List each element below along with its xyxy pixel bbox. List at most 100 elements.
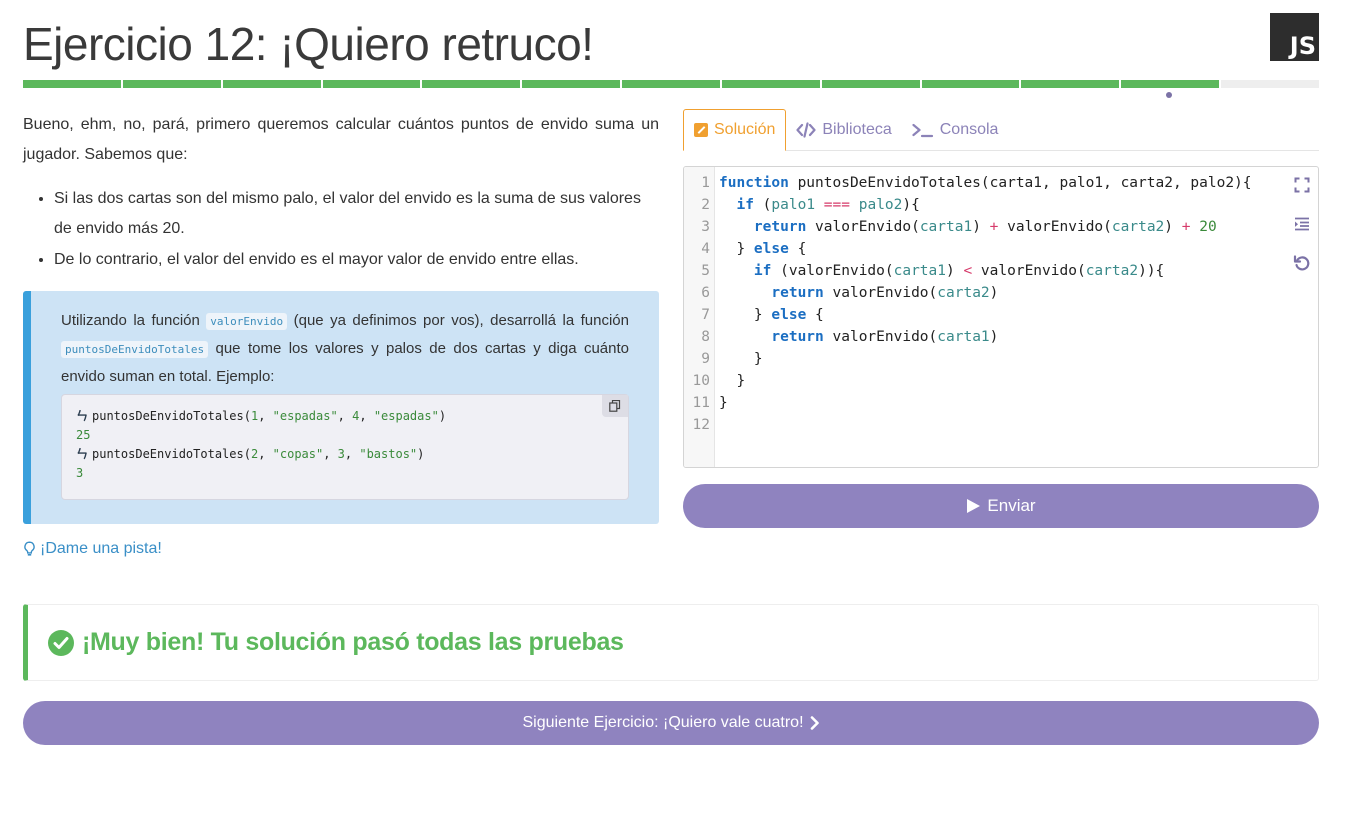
prompt-icon: ㄣ <box>76 409 89 423</box>
copy-button[interactable] <box>602 395 628 417</box>
example-call-2: ㄣ puntosDeEnvidoTotales(2, "copas", 3, "b… <box>76 445 614 464</box>
line-number: 12 <box>692 417 710 433</box>
progress-segment-2[interactable] <box>122 80 221 88</box>
progress-segment-13[interactable] <box>1221 80 1319 88</box>
check-circle-icon <box>48 629 74 656</box>
example-arg: "espadas" <box>373 409 439 423</box>
terminal-icon <box>912 123 933 138</box>
prompt-icon: ㄣ <box>76 447 89 461</box>
code-line: function puntosDeEnvidoTotales(carta1, p… <box>719 175 1252 191</box>
code-line: if (valorEnvido(carta1) < valorEnvido(ca… <box>753 263 1165 279</box>
line-number: 4 <box>701 241 710 257</box>
inline-code-puntosdeenvidototales: puntosDeEnvidoTotales <box>61 341 209 358</box>
progress-segment-10[interactable] <box>921 80 1020 88</box>
line-number: 9 <box>701 351 710 367</box>
tab-label: Biblioteca <box>822 121 892 138</box>
code-line: } <box>719 373 746 389</box>
play-icon <box>967 499 981 513</box>
hint-label: ¡Dame una pista! <box>40 540 162 557</box>
page-title: Ejercicio 12: ¡Quiero retruco! <box>23 18 594 70</box>
task-text-part: (que ya definimos por vos), desarrollá l… <box>287 312 629 329</box>
progress-segment-6[interactable] <box>522 80 621 88</box>
exercise-progress-bar <box>23 80 1319 88</box>
code-line: } <box>719 351 763 367</box>
copy-icon <box>609 400 621 412</box>
code-line: return valorEnvido(carta1) + valorEnvido… <box>753 219 1217 235</box>
statement-intro: Bueno, ehm, no, pará, primero queremos c… <box>23 116 659 163</box>
result-success-banner: ¡Muy bien! Tu solución pasó todas las pr… <box>23 604 1319 681</box>
example-console: ㄣ puntosDeEnvidoTotales(1, "espadas", 4, … <box>61 394 629 500</box>
example-result-1: 25 <box>76 428 91 442</box>
tab-solucion[interactable]: Solución <box>683 109 787 151</box>
editor-tabs: Solución Biblioteca Consola <box>683 109 1319 151</box>
tab-label: Solución <box>714 121 776 138</box>
example-arg: 1 <box>250 409 259 423</box>
tab-consola[interactable]: Consola <box>902 109 1009 151</box>
line-numbers: 1 2 3 4 5 6 7 8 9 10 11 12 <box>684 167 715 467</box>
hint-link[interactable]: ¡Dame una pista! <box>23 538 162 560</box>
exercise-statement: Bueno, ehm, no, pará, primero queremos c… <box>23 110 659 276</box>
result-message: ¡Muy bien! Tu solución pasó todas las pr… <box>82 628 624 656</box>
example-result-2: 3 <box>76 466 84 480</box>
fullscreen-button[interactable] <box>1292 175 1312 195</box>
inline-code-valorenvido: valorEnvido <box>206 313 288 330</box>
statement-rules: Si las dos cartas son del mismo palo, el… <box>23 184 659 275</box>
line-number: 10 <box>692 373 710 389</box>
code-content[interactable]: function puntosDeEnvidoTotales(carta1, p… <box>715 167 1252 467</box>
progress-segment-9[interactable] <box>821 80 920 88</box>
example-arg: 4 <box>352 409 360 423</box>
current-exercise-indicator <box>1166 92 1172 98</box>
progress-segment-11[interactable] <box>1021 80 1120 88</box>
javascript-logo: JS <box>1270 13 1319 61</box>
code-line: return valorEnvido(carta2) <box>771 285 999 301</box>
example-call-1: ㄣ puntosDeEnvidoTotales(1, "espadas", 4, … <box>76 407 614 426</box>
example-arg: "espadas" <box>272 409 338 423</box>
edit-icon <box>694 123 708 137</box>
expand-icon <box>1294 177 1310 193</box>
task-text: Utilizando la función valorEnvido (que y… <box>61 307 629 390</box>
next-exercise-button[interactable]: Siguiente Ejercicio: ¡Quiero vale cuatro… <box>23 701 1319 745</box>
rule-item: De lo contrario, el valor del envido es … <box>54 245 659 275</box>
code-line: } else { <box>719 241 807 257</box>
example-fn: puntosDeEnvidoTotales( <box>92 447 251 461</box>
progress-segment-8[interactable] <box>721 80 820 88</box>
indent-icon <box>1295 217 1309 231</box>
progress-segment-7[interactable] <box>622 80 720 88</box>
example-arg: "copas" <box>272 447 324 461</box>
task-text-part: Utilizando la función <box>61 312 207 329</box>
code-line: return valorEnvido(carta1) <box>771 329 999 345</box>
code-icon <box>796 122 816 138</box>
line-number: 6 <box>701 285 710 301</box>
example-arg: 2 <box>250 447 259 461</box>
progress-segment-1[interactable] <box>23 80 121 88</box>
tab-biblioteca[interactable]: Biblioteca <box>786 109 901 151</box>
task-callout: Utilizando la función valorEnvido (que y… <box>23 291 659 524</box>
example-arg: "bastos" <box>359 447 418 461</box>
editor-toolbar <box>1292 175 1312 273</box>
submit-button[interactable]: Enviar <box>683 484 1319 528</box>
progress-segment-3[interactable] <box>222 80 321 88</box>
next-exercise-label: Siguiente Ejercicio: ¡Quiero vale cuatro… <box>522 714 804 731</box>
code-editor[interactable]: 1 2 3 4 5 6 7 8 9 10 11 12 function punt… <box>683 166 1319 468</box>
line-number: 8 <box>701 329 710 345</box>
line-number: 7 <box>701 307 710 323</box>
line-number: 2 <box>701 197 710 213</box>
rule-item: Si las dos cartas son del mismo palo, el… <box>54 184 659 244</box>
line-number: 1 <box>701 175 710 191</box>
reset-button[interactable] <box>1292 253 1312 273</box>
lightbulb-icon <box>24 541 35 556</box>
progress-segment-4[interactable] <box>322 80 421 88</box>
indent-button[interactable] <box>1292 214 1312 234</box>
example-arg: 3 <box>337 447 345 461</box>
line-number: 5 <box>701 263 710 279</box>
undo-icon <box>1293 255 1310 271</box>
code-line: } else { <box>719 307 824 323</box>
line-number: 11 <box>692 395 710 411</box>
line-number: 3 <box>701 219 710 235</box>
progress-segment-12[interactable] <box>1121 80 1220 88</box>
progress-segment-5[interactable] <box>422 80 521 88</box>
code-line: if (palo1 === palo2){ <box>736 197 920 213</box>
tab-label: Consola <box>939 121 999 138</box>
example-fn: puntosDeEnvidoTotales( <box>92 409 251 423</box>
